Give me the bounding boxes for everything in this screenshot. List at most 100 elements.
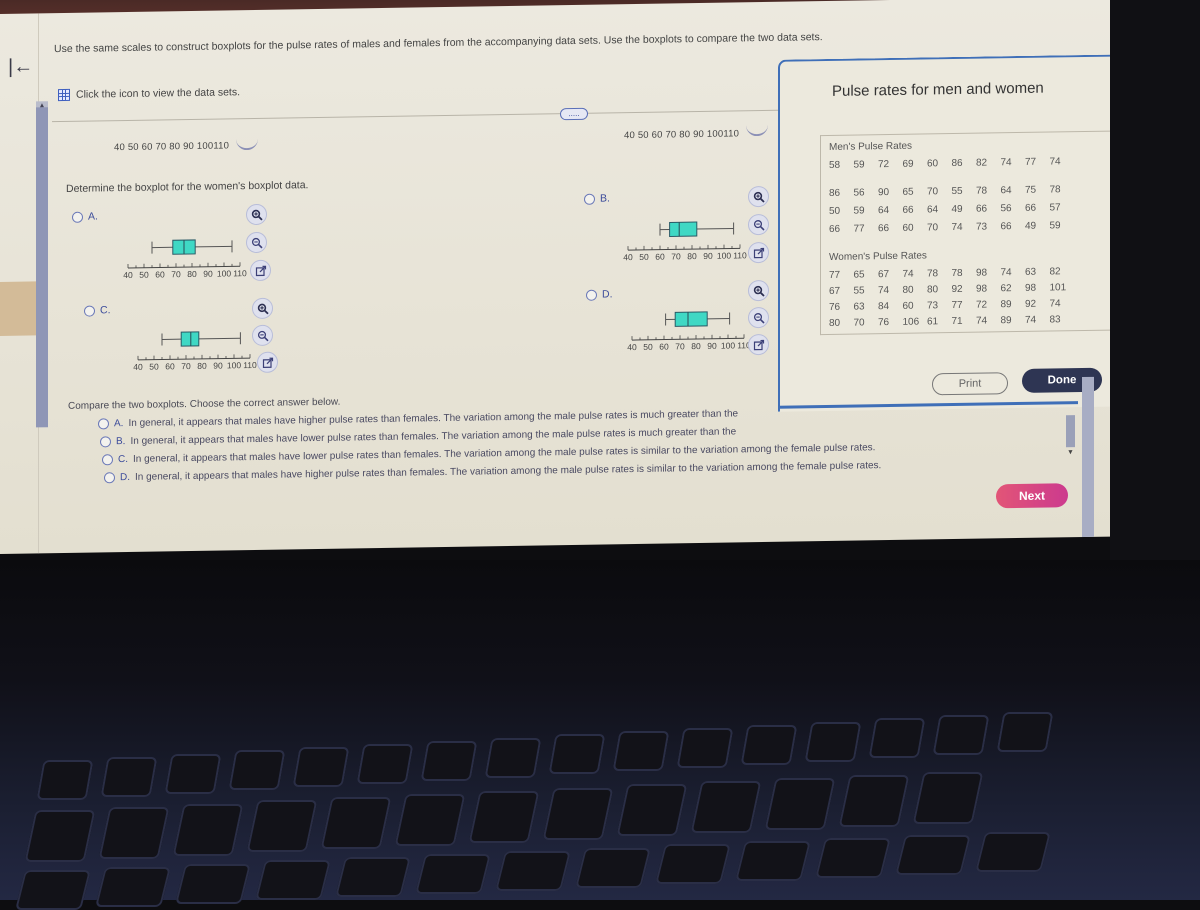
table-cell: 49 [952, 204, 977, 215]
keyboard-key [548, 734, 605, 774]
radio-option-b[interactable] [584, 193, 595, 204]
table-cell: 66 [829, 224, 854, 235]
zoom-out-icon[interactable] [748, 307, 769, 328]
answer-d-text[interactable]: In general, it appears that males have h… [135, 460, 881, 483]
tick-label: 110 [213, 140, 229, 151]
keyboard-key [228, 750, 285, 790]
tick-label: 60 [155, 269, 165, 279]
tick-label: 90 [183, 141, 194, 152]
men-row: 58597269608682747774 [829, 156, 1074, 171]
zoom-in-icon[interactable] [748, 280, 769, 301]
keyboard-key [804, 722, 861, 762]
zoom-out-icon[interactable] [748, 214, 769, 235]
table-cell: 60 [903, 222, 928, 233]
table-cell: 89 [1001, 315, 1026, 326]
right-scrollbar[interactable] [1066, 415, 1075, 447]
table-cell: 61 [927, 316, 952, 327]
radio-option-d[interactable] [586, 289, 597, 300]
answer-a[interactable]: A. In general, it appears that males hav… [98, 408, 738, 429]
tick-label: 100 [217, 268, 231, 278]
men-heading: Men's Pulse Rates [829, 141, 912, 153]
answer-b[interactable]: B. In general, it appears that males hav… [100, 426, 736, 447]
radio-answer-c[interactable] [102, 454, 113, 465]
keyboard-key [415, 854, 491, 894]
table-cell: 57 [1050, 202, 1075, 213]
radio-answer-b[interactable] [100, 436, 111, 447]
tick-label: 100 [197, 141, 213, 152]
radio-option-a[interactable] [72, 211, 83, 222]
table-cell: 70 [927, 222, 952, 233]
tick-label: 110 [733, 250, 747, 260]
answer-a-letter: A. [114, 418, 123, 429]
option-c[interactable]: C. [84, 304, 111, 316]
table-cell: 65 [854, 269, 879, 280]
radio-answer-d[interactable] [104, 472, 115, 483]
table-cell: 66 [976, 203, 1001, 214]
keyboard-key [912, 772, 983, 824]
tick-label: 40 [627, 342, 637, 352]
tick-label: 50 [128, 142, 139, 153]
answer-a-text[interactable]: In general, it appears that males have h… [128, 408, 738, 429]
keyboard-key [15, 870, 91, 910]
collapse-left-arrow-icon[interactable]: |← [8, 55, 33, 78]
tick-label: 60 [652, 130, 663, 141]
pop-out-icon[interactable] [748, 242, 769, 263]
table-cell: 90 [878, 187, 903, 198]
table-cell: 66 [1025, 203, 1050, 214]
zoom-out-icon[interactable] [236, 136, 258, 150]
tick-label: 40 [624, 130, 635, 141]
table-cell: 73 [976, 221, 1001, 232]
pop-out-icon[interactable] [748, 334, 769, 355]
table-cell: 78 [952, 268, 977, 279]
left-scrollbar[interactable] [36, 107, 48, 427]
keyboard-key [616, 784, 687, 836]
tick-label: 70 [675, 341, 685, 351]
grid-table-icon[interactable] [58, 89, 70, 101]
next-button[interactable]: Next [996, 483, 1068, 508]
answer-b-text[interactable]: In general, it appears that males have l… [130, 426, 736, 447]
men-row: 50596466644966566657 [829, 202, 1074, 217]
option-b-label[interactable]: B. [600, 192, 610, 204]
option-d[interactable]: D. [586, 288, 613, 300]
keyboard-key [676, 728, 733, 768]
pop-out-icon[interactable] [250, 260, 271, 281]
table-cell: 73 [927, 300, 952, 311]
zoom-in-icon[interactable] [748, 186, 769, 207]
pop-out-icon[interactable] [257, 352, 278, 373]
zoom-out-icon[interactable] [746, 122, 768, 136]
scroll-down-arrow[interactable]: ▼ [1066, 449, 1075, 456]
view-data-sets-link[interactable]: Click the icon to view the data sets. [58, 86, 240, 101]
option-a-label[interactable]: A. [88, 210, 98, 222]
keyboard-key [420, 741, 477, 781]
table-cell: 58 [829, 160, 854, 171]
option-d-label[interactable]: D. [602, 288, 613, 300]
monitor-bezel-right [1110, 0, 1200, 560]
zoom-out-icon[interactable] [252, 325, 273, 346]
zoom-out-icon[interactable] [246, 232, 267, 253]
boxplot-option-a: 405060708090100110 [128, 236, 250, 289]
zoom-in-icon[interactable] [252, 298, 273, 319]
print-button[interactable]: Print [932, 372, 1008, 395]
table-cell: 72 [976, 299, 1001, 310]
table-cell: 63 [854, 301, 879, 312]
tick-label: 100 [707, 129, 723, 140]
table-cell: 59 [1050, 220, 1075, 231]
keyboard-key [98, 807, 169, 859]
option-a[interactable]: A. [72, 210, 98, 222]
table-cell: 56 [1001, 203, 1026, 214]
answer-c-letter: C. [118, 454, 128, 465]
prior-axis-left: 40 50 60 70 80 90 100110 [114, 140, 229, 153]
keyboard-key [815, 838, 891, 878]
view-data-sets-label[interactable]: Click the icon to view the data sets. [76, 86, 240, 101]
table-cell: 83 [1050, 314, 1075, 325]
table-cell: 56 [854, 187, 879, 198]
radio-answer-a[interactable] [98, 418, 109, 429]
zoom-in-icon[interactable] [246, 204, 267, 225]
expand-more-button[interactable]: ..... [560, 108, 588, 120]
table-cell: 67 [829, 286, 854, 297]
table-cell: 84 [878, 301, 903, 312]
radio-option-c[interactable] [84, 305, 95, 316]
answer-d[interactable]: D. In general, it appears that males hav… [104, 460, 881, 483]
option-b[interactable]: B. [584, 192, 610, 204]
option-c-label[interactable]: C. [100, 304, 111, 316]
